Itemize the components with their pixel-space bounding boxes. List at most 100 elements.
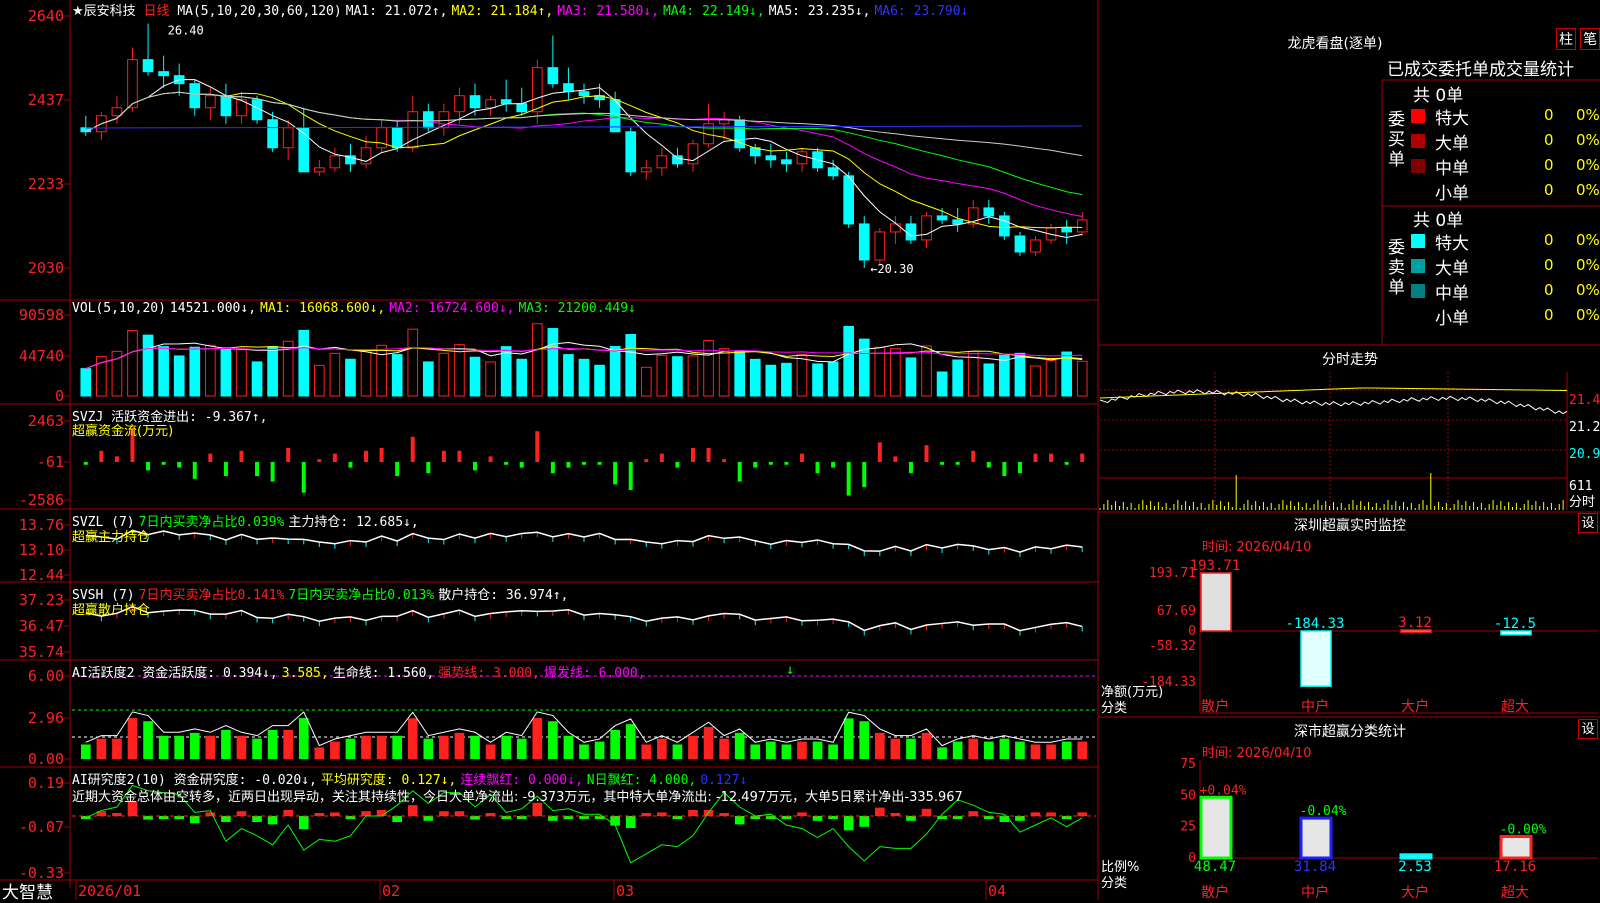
fund-flow-bar <box>146 462 151 471</box>
monitor-bar-label: -184.33 <box>1285 616 1344 632</box>
svzj-subtitle: 超赢资金流(万元) <box>72 424 174 439</box>
activity-bar <box>252 738 262 759</box>
classify-settings-button[interactable]: 设 <box>1578 719 1598 739</box>
monitor-settings-button[interactable]: 设 <box>1578 513 1598 533</box>
vertical-char: 委 <box>1388 238 1405 258</box>
period-label[interactable]: 日线 <box>143 4 169 19</box>
fund-flow-bar <box>831 462 836 468</box>
legend-item: VOL(5,10,20) <box>72 301 166 316</box>
fund-flow-bar <box>799 453 804 462</box>
volume-bar <box>142 334 154 397</box>
fund-flow-bar <box>161 462 166 465</box>
fund-flow-bar <box>348 462 353 468</box>
activity-line <box>85 711 1083 747</box>
classify-bar-value: 2.53 <box>1398 859 1432 875</box>
research-bar <box>423 816 434 821</box>
volume-bar <box>236 348 247 397</box>
color-swatch <box>1411 284 1425 298</box>
y-tick-label: 2233 <box>28 175 64 193</box>
main-chart-area[interactable]: 26.40 ←20.30 ↓ 21.49 21.22 20.95 611分时 193.7… <box>0 0 1600 900</box>
candle-body <box>905 223 917 241</box>
volume-bar <box>905 357 917 397</box>
activity-bar <box>283 729 294 759</box>
order-row: 中单 0 0% <box>1411 154 1600 179</box>
order-count: 0 <box>1544 281 1554 299</box>
activity-bar <box>407 718 418 759</box>
vertical-char: 委 <box>1388 110 1405 130</box>
candle-body <box>874 231 886 261</box>
order-count: 0 <box>1544 156 1554 174</box>
order-count: 0 <box>1544 131 1554 149</box>
classify-category: 散户 <box>1201 884 1229 900</box>
monitor-category: 大户 <box>1401 698 1429 715</box>
fund-flow-bar <box>364 450 369 462</box>
svsh-subtitle: 超赢散户持仓 <box>72 603 151 618</box>
intraday-price-label: 21.22 <box>1569 420 1600 435</box>
candle-body <box>936 215 948 221</box>
x-tick-label: 2026/01 <box>78 882 141 900</box>
order-row: 小单 0 0% <box>1411 304 1600 329</box>
candle-body <box>858 223 870 261</box>
candle-body <box>827 167 839 177</box>
candle-body <box>454 95 465 113</box>
order-row: 大单 0 0% <box>1411 129 1600 154</box>
y-tick-label: 44740 <box>19 347 64 365</box>
activity-bar <box>594 741 605 759</box>
research-bar <box>407 805 418 816</box>
research-bar <box>968 811 979 816</box>
volume-bar <box>999 354 1010 397</box>
activity-bar <box>80 744 91 759</box>
tick-view-button[interactable]: 笔 <box>1580 28 1600 50</box>
activity-bar <box>1061 741 1072 759</box>
classify-bar <box>1499 834 1533 860</box>
candle-body <box>267 119 278 149</box>
volume-bar <box>158 346 169 397</box>
fund-flow-bar <box>737 462 742 482</box>
candle-body <box>625 131 637 173</box>
fund-flow-bar <box>675 462 680 468</box>
candle-body <box>765 155 777 161</box>
volume-bar <box>360 350 372 397</box>
research-bar <box>221 816 231 822</box>
bar-view-button[interactable]: 柱 <box>1556 28 1576 50</box>
color-swatch <box>1411 234 1425 248</box>
order-type: 小单 <box>1435 309 1469 329</box>
activity-bar <box>298 718 309 759</box>
volume-bar <box>796 354 808 397</box>
activity-bar <box>688 735 698 759</box>
legend-item: 强势线: 3.000, <box>438 666 540 681</box>
volume-bar <box>454 344 465 397</box>
volume-bar <box>812 363 823 397</box>
activity-bar <box>641 744 652 759</box>
candle-body <box>921 215 932 241</box>
legend-item: MA6: 23.790↓ <box>874 4 969 19</box>
sell-total: 共 0单 <box>1413 211 1464 231</box>
volume-bar <box>329 352 341 397</box>
fund-flow-bar <box>597 462 602 465</box>
intraday-vol-label: 611 <box>1569 479 1592 494</box>
monitor-y-label: 0 <box>1188 624 1196 639</box>
fund-flow-bar <box>519 462 524 468</box>
fund-flow-bar <box>441 450 446 462</box>
research-bar <box>454 811 465 816</box>
y-tick-label: -0.07 <box>19 818 64 836</box>
activity-bar <box>766 741 776 759</box>
fund-flow-bar <box>426 462 431 474</box>
fund-flow-bar <box>395 462 400 476</box>
candle-body <box>142 59 154 73</box>
stock-name[interactable]: ★辰安科技 <box>72 4 136 19</box>
research-bar <box>283 810 294 816</box>
candle-body <box>189 83 201 109</box>
volume-bar <box>656 354 668 397</box>
y-tick-label: 12.44 <box>19 566 64 584</box>
fund-flow-bar <box>955 462 960 465</box>
color-swatch <box>1411 134 1425 148</box>
fund-flow-bar <box>784 462 789 465</box>
y-tick-label: 90598 <box>19 306 64 324</box>
research-bar <box>330 812 340 816</box>
candle-body <box>547 67 559 85</box>
legend-item: MA2: 21.184↑, <box>451 4 554 19</box>
activity-bar <box>454 732 465 759</box>
order-row: 特大 0 0% <box>1411 229 1600 254</box>
order-percent: 0% <box>1576 156 1600 174</box>
